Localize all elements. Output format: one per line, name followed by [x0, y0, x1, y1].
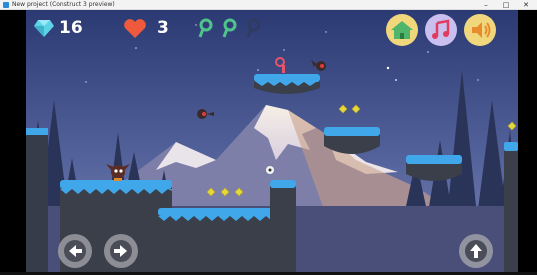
- ice-platform-left-edge: [26, 128, 48, 272]
- ice-platform-floating-right: [406, 155, 462, 181]
- ice-platform-ground-middle: [158, 208, 282, 272]
- maximize-button[interactable]: □: [496, 0, 516, 10]
- gem-count: 16: [59, 18, 83, 38]
- game-scene: [26, 10, 518, 272]
- music-button[interactable]: [425, 14, 457, 46]
- key-icon: [222, 18, 237, 38]
- window-title: New project (Construct 3 preview): [12, 1, 115, 8]
- lives-count: 3: [157, 18, 169, 38]
- arrow-left-icon: [64, 240, 86, 262]
- ice-platform-right-edge: [504, 142, 518, 272]
- music-note-icon: [432, 19, 450, 39]
- game-viewport[interactable]: 16 3: [26, 10, 518, 272]
- key-icon: [198, 18, 213, 38]
- arrow-up-icon: [465, 240, 487, 262]
- arrow-right-icon: [110, 240, 132, 262]
- home-button[interactable]: [386, 14, 418, 46]
- sound-button[interactable]: [464, 14, 496, 46]
- ice-pillar: [270, 180, 296, 272]
- jump-button[interactable]: [459, 234, 493, 268]
- home-icon: [391, 21, 413, 39]
- app-icon: [3, 2, 9, 8]
- keys-indicator: [198, 18, 261, 38]
- letterbox-right: [518, 10, 537, 275]
- letterbox-left: [0, 10, 26, 275]
- key-icon-empty: [246, 18, 261, 38]
- move-left-button[interactable]: [58, 234, 92, 268]
- minimize-button[interactable]: –: [476, 0, 496, 10]
- close-button[interactable]: ✕: [516, 0, 536, 10]
- move-right-button[interactable]: [104, 234, 138, 268]
- orb-pupil: [268, 168, 272, 172]
- ice-platform-floating-middle: [324, 127, 380, 154]
- speaker-icon: [472, 22, 491, 38]
- ice-platform-floating-top: [254, 74, 320, 94]
- window-titlebar: New project (Construct 3 preview) – □ ✕: [0, 0, 537, 10]
- diamond-icon: [34, 20, 54, 37]
- heart-icon: [124, 19, 146, 38]
